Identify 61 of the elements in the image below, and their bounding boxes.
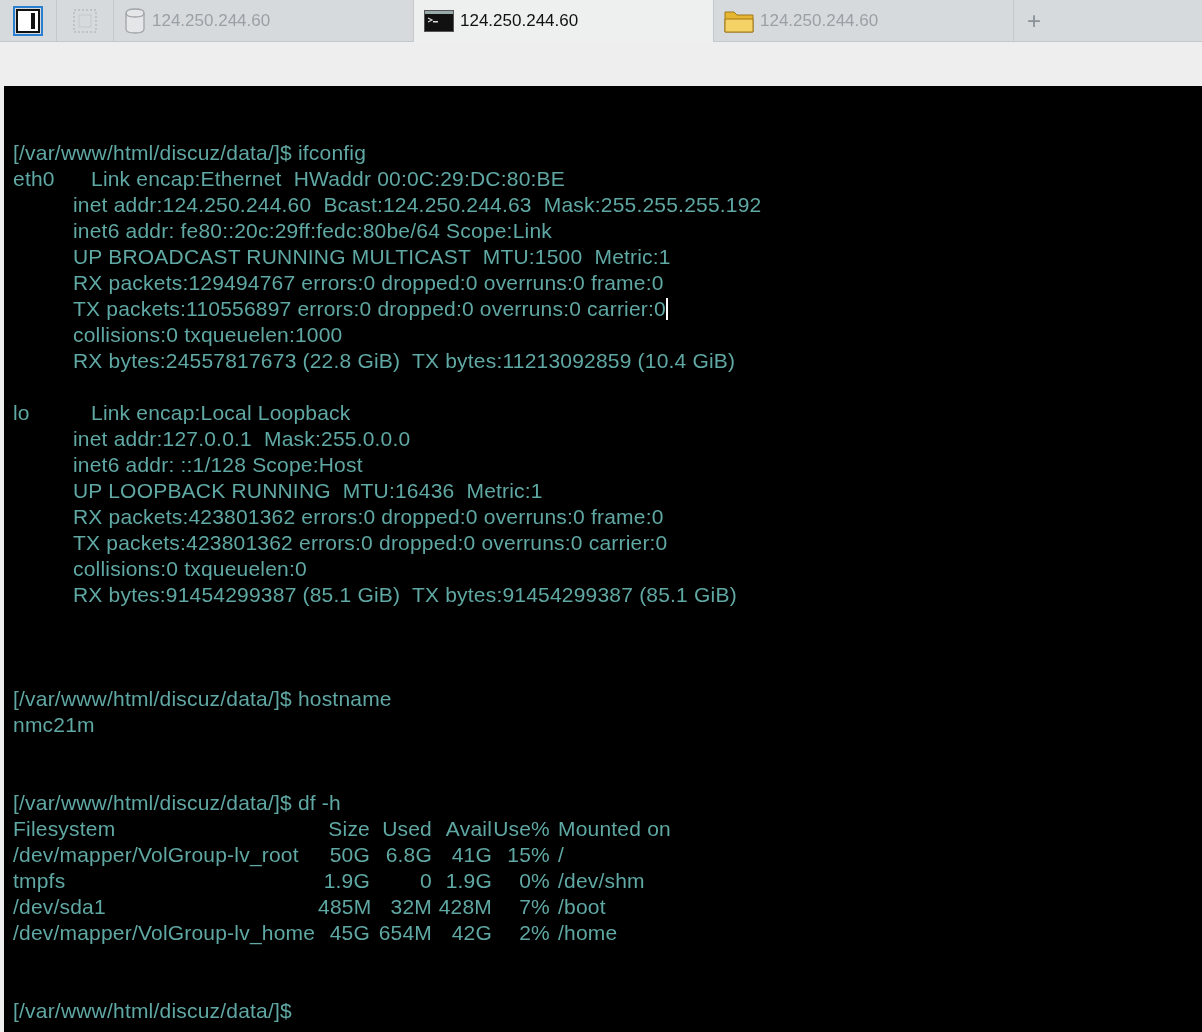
table-cell-text: 428M [437,895,492,919]
table-cell-text: Filesystem [13,817,117,841]
table-cell: 485M [318,895,370,919]
table-cell: /boot [558,895,606,919]
table-cell-text: 1.9G [444,869,492,893]
cylinder-icon [124,7,146,34]
table-cell-text: 15% [506,843,550,867]
output-line: TX packets:110556897 errors:0 dropped:0 overruns:0 carrier:0 [73,297,666,321]
output-line: UP LOOPBACK RUNNING MTU:16436 Metric:1 [73,479,543,503]
table-cell-text: 1.9G [322,869,370,893]
table-cell-text: 0 [419,869,432,893]
table-cell-text: Used [381,817,432,841]
table-cell: /dev/shm [558,869,645,893]
output-line: inet6 addr: ::1/128 Scope:Host [73,453,363,477]
shell-prompt: [/var/www/html/discuz/data/]$ [13,141,292,165]
output-line: collisions:0 txqueuelen:1000 [73,323,343,347]
shell-command: ifconfig [297,141,367,165]
table-cell: Mounted on [558,817,671,841]
output-line: Link encap:Local Loopback [91,401,351,425]
output-line: inet addr:127.0.0.1 Mask:255.0.0.0 [73,427,411,451]
table-cell-text: 50G [328,843,370,867]
output-line: inet addr:124.250.244.60 Bcast:124.250.244.63 Mask:255.255.255.192 [73,193,762,217]
output-line: collisions:0 txqueuelen:0 [73,557,307,581]
shell-prompt: [/var/www/html/discuz/data/]$ [13,791,292,815]
output-line: RX packets:129494767 errors:0 dropped:0 overruns:0 frame:0 [73,271,664,295]
table-cell-text: /dev/mapper/VolGroup-lv_home [13,921,317,945]
table-cell-text: tmpfs [13,869,67,893]
table-cell-text: 7% [518,895,550,919]
shell-command: df -h [297,791,341,815]
output-line: UP BROADCAST RUNNING MULTICAST MTU:1500 Metric:1 [73,245,671,269]
table-cell-text: /dev/sda1 [13,895,107,919]
table-cell-text: 32M [389,895,432,919]
output-line: Link encap:Ethernet HWaddr 00:0C:29:DC:80:BE [91,167,565,191]
table-cell-text: /dev/mapper/VolGroup-lv_root [13,843,300,867]
table-cell: / [558,843,565,867]
table-cell-text: 654M [377,921,432,945]
interface-name: eth0 [13,167,56,191]
table-cell-text: 42G [450,921,492,945]
table-cell-text: 6.8G [384,843,432,867]
table-cell-text: 45G [328,921,370,945]
table-cell-text: 41G [450,843,492,867]
panel-icon [15,7,41,34]
output-line: TX packets:423801362 errors:0 dropped:0 overruns:0 carrier:0 [73,531,668,555]
table-cell-text: Avail [444,817,492,841]
output-line: inet6 addr: fe80::20c:29ff:fedc:80be/64 Scope:Link [73,219,552,243]
output-line: RX packets:423801362 errors:0 dropped:0 overruns:0 frame:0 [73,505,664,529]
output-line: RX bytes:91454299387 (85.1 GiB) TX bytes:91454299387 (85.1 GiB) [73,583,737,607]
table-cell: /home [558,921,618,945]
output-line: nmc21m [13,713,95,737]
session-tab[interactable]: 124.250.244.60 [414,0,714,42]
terminal-icon [424,10,454,32]
interface-name: lo [13,401,31,425]
shell-command: hostname [297,687,392,711]
table-cell-text: Size [327,817,370,841]
folder-icon [724,8,754,33]
table-cell-text: 0% [518,869,550,893]
shell-prompt: [/var/www/html/discuz/data/]$ [13,999,292,1023]
table-cell-text: 2% [518,921,550,945]
shell-prompt: [/var/www/html/discuz/data/]$ [13,687,292,711]
output-line: RX bytes:24557817673 (22.8 GiB) TX bytes:11213092859 (10.4 GiB) [73,349,736,373]
table-cell: Use% [492,817,550,841]
